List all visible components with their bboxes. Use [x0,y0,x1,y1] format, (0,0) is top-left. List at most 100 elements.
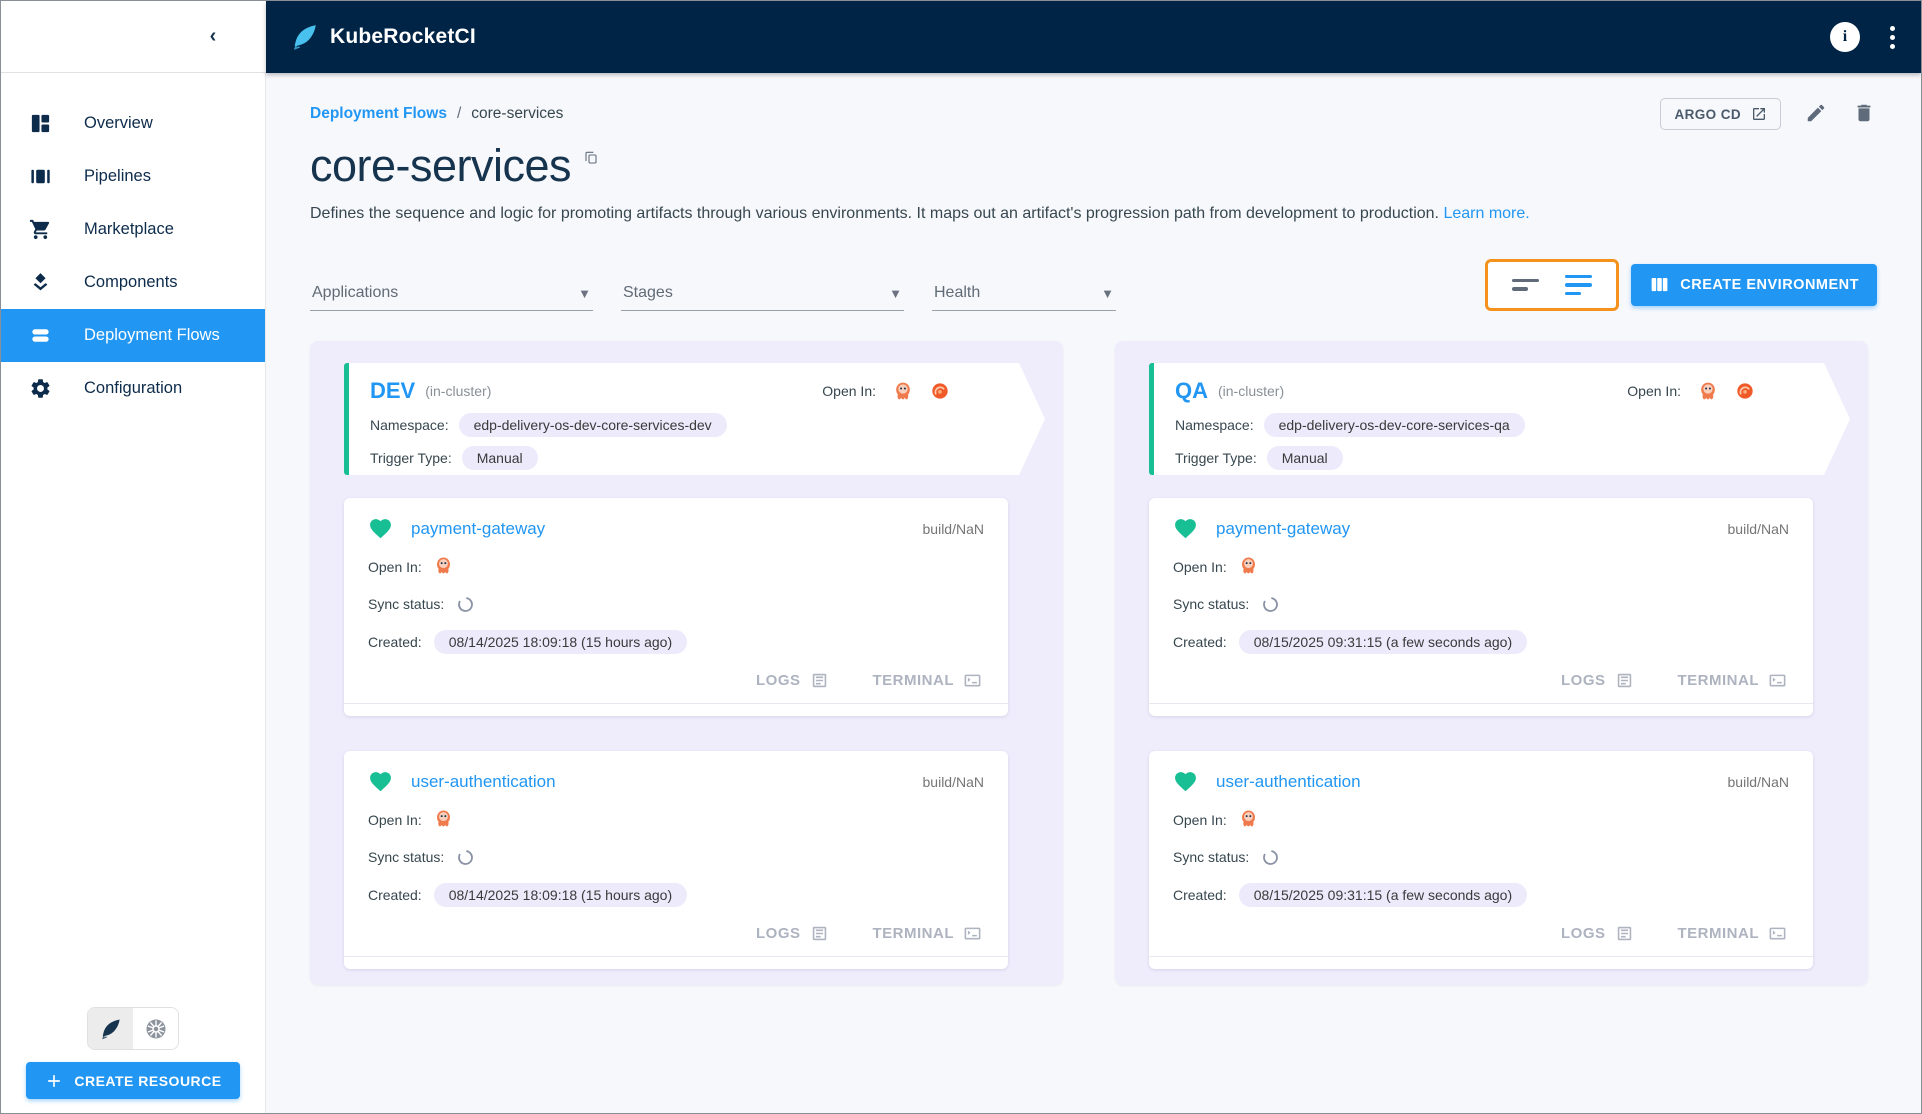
application-card: user-authentication build/NaN Open In: S… [344,751,1008,969]
stages-filter-select[interactable]: Stages ▼ [621,284,904,311]
application-name-link[interactable]: payment-gateway [1216,519,1350,539]
sidebar-item-label: Marketplace [84,220,174,239]
created-timestamp-chip: 08/15/2025 09:31:15 (a few seconds ago) [1239,883,1527,907]
argocd-icon[interactable] [1698,381,1718,401]
app-name: KubeRocketCI [330,25,476,49]
card-divider [1149,703,1813,704]
terminal-button[interactable]: TERMINAL [873,671,983,690]
sync-status-unknown-icon [1261,848,1280,867]
stage-health-bar [1149,363,1154,475]
argocd-icon[interactable] [1239,556,1258,578]
build-version-label: build/NaN [1728,521,1789,537]
detailed-view-button[interactable] [1565,271,1592,300]
copy-name-button[interactable] [583,149,599,168]
logs-button[interactable]: LOGS [1561,924,1634,943]
view-toggle-group-highlighted [1485,259,1619,312]
sync-status-label: Sync status: [1173,596,1249,612]
quill-logo-icon [290,22,320,52]
info-icon[interactable]: i [1830,22,1860,52]
kebab-menu-icon[interactable] [1886,22,1899,53]
main-content: Deployment Flows / core-services ARGO CD [266,73,1921,1113]
breadcrumb-deployment-flows-link[interactable]: Deployment Flows [310,105,447,123]
logs-button[interactable]: LOGS [756,924,829,943]
sidebar-item-pipelines[interactable]: Pipelines [1,150,265,203]
sidebar-item-marketplace[interactable]: Marketplace [1,203,265,256]
trash-icon [1853,102,1875,124]
topbar: ‹ KubeRocketCI i [1,1,1921,73]
create-environment-button[interactable]: CREATE ENVIRONMENT [1631,264,1877,306]
edit-button[interactable] [1803,100,1829,129]
columns-icon [1649,274,1670,295]
argocd-icon[interactable] [434,556,453,578]
pipelines-icon [29,165,52,188]
external-link-icon [1751,106,1767,122]
logs-label: LOGS [756,925,801,942]
sidebar: Overview Pipelines Marketplace Component… [1,73,266,1113]
sidebar-nav: Overview Pipelines Marketplace Component… [1,73,265,415]
grafana-icon[interactable] [930,381,950,401]
created-label: Created: [1173,634,1227,650]
stage-name-link[interactable]: QA [1175,378,1208,404]
sidebar-collapse-button[interactable]: ‹ [196,20,230,54]
kubernetes-mode-button[interactable] [133,1008,178,1049]
stage-name-link[interactable]: DEV [370,378,415,404]
applications-filter-select[interactable]: Applications ▼ [310,284,593,311]
stage-health-bar [344,363,349,475]
sidebar-item-deployment-flows[interactable]: Deployment Flows [1,309,265,362]
created-timestamp-chip: 08/14/2025 18:09:18 (15 hours ago) [434,883,687,907]
compact-view-button[interactable] [1512,275,1539,295]
argocd-icon[interactable] [1239,809,1258,831]
trigger-type-chip: Manual [1267,446,1343,470]
application-card: payment-gateway build/NaN Open In: Sync … [344,498,1008,716]
create-resource-button[interactable]: CREATE RESOURCE [26,1062,239,1099]
sidebar-item-label: Configuration [84,379,182,398]
argocd-button-label: ARGO CD [1674,107,1741,122]
application-card: user-authentication build/NaN Open In: S… [1149,751,1813,969]
created-timestamp-chip: 08/14/2025 18:09:18 (15 hours ago) [434,630,687,654]
argocd-button[interactable]: ARGO CD [1660,98,1781,130]
application-name-link[interactable]: payment-gateway [411,519,545,539]
terminal-button[interactable]: TERMINAL [1678,924,1788,943]
open-in-label: Open In: [1627,383,1681,399]
sidebar-item-label: Deployment Flows [84,326,220,345]
argocd-icon[interactable] [434,809,453,831]
health-filter-select[interactable]: Health ▼ [932,284,1116,311]
cart-icon [29,218,52,241]
stage-header-qa: QA (in-cluster) Open In: Namespace: [1149,363,1850,475]
created-timestamp-chip: 08/15/2025 09:31:15 (a few seconds ago) [1239,630,1527,654]
quill-mode-button[interactable] [88,1008,133,1049]
logs-button[interactable]: LOGS [1561,671,1634,690]
open-in-label: Open In: [1173,559,1227,575]
namespace-label: Namespace: [1175,417,1254,433]
health-heart-icon [1173,769,1198,794]
sidebar-item-configuration[interactable]: Configuration [1,362,265,415]
stage-header-dev: DEV (in-cluster) Open In: Namespace: [344,363,1045,475]
grafana-icon[interactable] [1735,381,1755,401]
delete-button[interactable] [1851,100,1877,129]
sync-status-unknown-icon [456,595,475,614]
application-name-link[interactable]: user-authentication [411,772,556,792]
trigger-type-label: Trigger Type: [370,450,452,466]
logs-button[interactable]: LOGS [756,671,829,690]
build-version-label: build/NaN [923,521,984,537]
create-environment-label: CREATE ENVIRONMENT [1680,277,1859,293]
opensearch-icon[interactable] [967,381,987,401]
sidebar-item-label: Components [84,273,178,292]
logs-label: LOGS [1561,925,1606,942]
app-window: ‹ KubeRocketCI i Overview [0,0,1922,1114]
application-name-link[interactable]: user-authentication [1216,772,1361,792]
opensearch-icon[interactable] [1772,381,1792,401]
chevron-down-icon: ▼ [889,286,902,301]
sidebar-item-components[interactable]: Components [1,256,265,309]
argocd-icon[interactable] [893,381,913,401]
description-text: Defines the sequence and logic for promo… [310,205,1439,222]
plus-icon [44,1071,64,1091]
learn-more-link[interactable]: Learn more. [1443,205,1529,222]
sidebar-item-overview[interactable]: Overview [1,97,265,150]
build-version-label: build/NaN [1728,774,1789,790]
stage-column-dev: DEV (in-cluster) Open In: Namespace: [310,341,1063,985]
terminal-button[interactable]: TERMINAL [873,924,983,943]
logs-label: LOGS [756,672,801,689]
sidebar-footer: CREATE RESOURCE [1,1007,265,1099]
terminal-button[interactable]: TERMINAL [1678,671,1788,690]
